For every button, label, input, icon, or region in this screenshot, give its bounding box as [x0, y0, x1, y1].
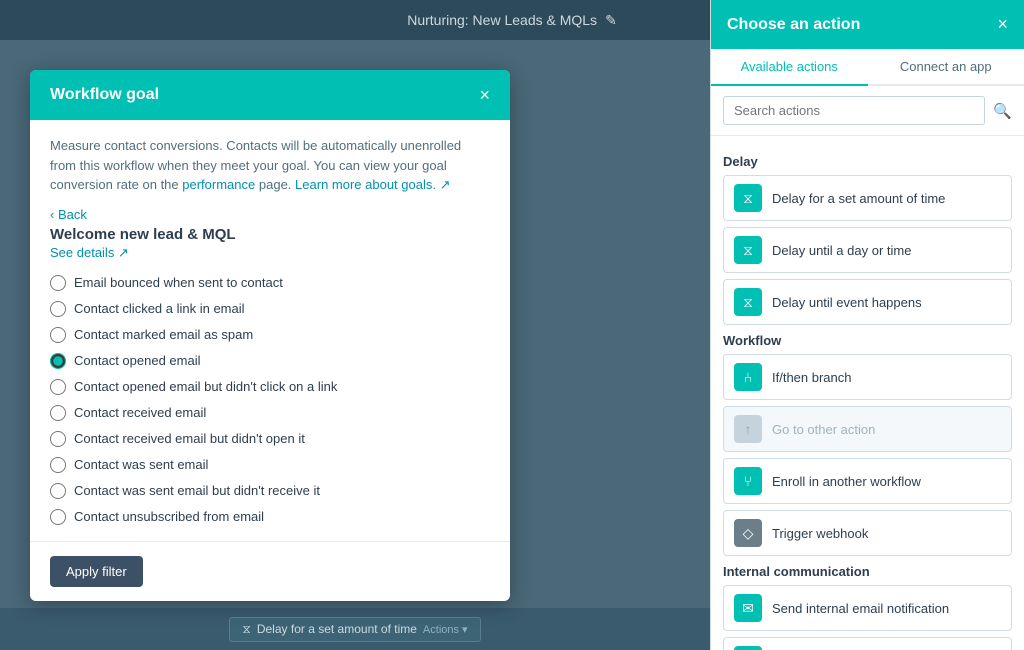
- action-item-i1[interactable]: ✉ Send internal email notification: [723, 585, 1012, 631]
- edit-icon[interactable]: ✎: [605, 12, 617, 29]
- see-details-label: See details ↗: [50, 245, 129, 261]
- modal-close-button[interactable]: ×: [479, 86, 490, 104]
- radio-label-r6: Contact received email: [74, 405, 206, 420]
- radio-item: Contact opened email: [50, 353, 490, 369]
- radio-label-r4: Contact opened email: [74, 353, 200, 368]
- radio-item: Contact received email but didn't open i…: [50, 431, 490, 447]
- workflow-title: Nurturing: New Leads & MQLs: [407, 12, 597, 28]
- section-label-workflow: Workflow: [723, 333, 1012, 348]
- action-icon-d3: ⧖: [734, 288, 762, 316]
- radio-r7[interactable]: [50, 431, 66, 447]
- section-label-internal: Internal communication: [723, 564, 1012, 579]
- action-label-d2: Delay until a day or time: [772, 243, 911, 258]
- modal-footer: Apply filter: [30, 541, 510, 601]
- radio-label-r10: Contact unsubscribed from email: [74, 509, 264, 524]
- radio-r2[interactable]: [50, 301, 66, 317]
- panel-tabs: Available actionsConnect an app: [711, 49, 1024, 86]
- modal-overlay: Workflow goal × Measure contact conversi…: [0, 40, 540, 650]
- action-item-d1[interactable]: ⧖ Delay for a set amount of time: [723, 175, 1012, 221]
- back-link[interactable]: ‹ Back: [50, 207, 490, 222]
- action-label-w4: Trigger webhook: [772, 526, 868, 541]
- filter-title: Welcome new lead & MQL: [50, 226, 490, 243]
- action-item-w3[interactable]: ⑂ Enroll in another workflow: [723, 458, 1012, 504]
- panel-title: Choose an action: [727, 16, 860, 34]
- radio-label-r5: Contact opened email but didn't click on…: [74, 379, 337, 394]
- modal-description: Measure contact conversions. Contacts wi…: [50, 136, 490, 195]
- action-icon-w1: ⑃: [734, 363, 762, 391]
- back-label: ‹ Back: [50, 207, 87, 222]
- action-label-d3: Delay until event happens: [772, 295, 922, 310]
- radio-label-r2: Contact clicked a link in email: [74, 301, 245, 316]
- action-icon-w2: ↑: [734, 415, 762, 443]
- radio-item: Contact opened email but didn't click on…: [50, 379, 490, 395]
- radio-r3[interactable]: [50, 327, 66, 343]
- search-icon-button[interactable]: 🔍: [993, 102, 1012, 120]
- performance-link[interactable]: performance: [182, 177, 255, 192]
- right-panel: Choose an action × Available actionsConn…: [710, 0, 1024, 650]
- radio-label-r8: Contact was sent email: [74, 457, 208, 472]
- see-details-link[interactable]: See details ↗: [50, 245, 490, 261]
- workflow-goal-modal: Workflow goal × Measure contact conversi…: [30, 70, 510, 601]
- action-label-w1: If/then branch: [772, 370, 852, 385]
- actions-list: Delay ⧖ Delay for a set amount of time ⧖ Del…: [711, 136, 1024, 650]
- tab-connect[interactable]: Connect an app: [868, 49, 1024, 86]
- action-icon-w3: ⑂: [734, 467, 762, 495]
- radio-r1[interactable]: [50, 275, 66, 291]
- action-label-d1: Delay for a set amount of time: [772, 191, 945, 206]
- section-label-delay: Delay: [723, 154, 1012, 169]
- apply-filter-button[interactable]: Apply filter: [50, 556, 143, 587]
- radio-label-r1: Email bounced when sent to contact: [74, 275, 283, 290]
- description-suffix: page.: [259, 177, 292, 192]
- radio-label-r9: Contact was sent email but didn't receiv…: [74, 483, 320, 498]
- action-icon-d1: ⧖: [734, 184, 762, 212]
- action-icon-w4: ◇: [734, 519, 762, 547]
- tab-available[interactable]: Available actions: [711, 49, 868, 86]
- action-label-i1: Send internal email notification: [772, 601, 949, 616]
- radio-r6[interactable]: [50, 405, 66, 421]
- radio-item: Contact clicked a link in email: [50, 301, 490, 317]
- action-icon-d2: ⧖: [734, 236, 762, 264]
- radio-item: Contact was sent email but didn't receiv…: [50, 483, 490, 499]
- action-item-d2[interactable]: ⧖ Delay until a day or time: [723, 227, 1012, 273]
- modal-header: Workflow goal ×: [30, 70, 510, 120]
- radio-item: Contact was sent email: [50, 457, 490, 473]
- action-label-w3: Enroll in another workflow: [772, 474, 921, 489]
- radio-r9[interactable]: [50, 483, 66, 499]
- radio-label-r7: Contact received email but didn't open i…: [74, 431, 305, 446]
- search-bar: 🔍: [711, 86, 1024, 136]
- action-item-i2[interactable]: ✉Send internal marketing email: [723, 637, 1012, 650]
- action-item-w2: ↑ Go to other action: [723, 406, 1012, 452]
- action-item-d3[interactable]: ⧖ Delay until event happens: [723, 279, 1012, 325]
- radio-r8[interactable]: [50, 457, 66, 473]
- modal-body: Measure contact conversions. Contacts wi…: [30, 120, 510, 541]
- panel-header: Choose an action ×: [711, 0, 1024, 49]
- action-item-w1[interactable]: ⑃ If/then branch: [723, 354, 1012, 400]
- radio-item: Contact unsubscribed from email: [50, 509, 490, 525]
- radio-item: Contact marked email as spam: [50, 327, 490, 343]
- radio-r4[interactable]: [50, 353, 66, 369]
- search-input[interactable]: [723, 96, 985, 125]
- action-item-w4[interactable]: ◇ Trigger webhook: [723, 510, 1012, 556]
- radio-item: Contact received email: [50, 405, 490, 421]
- radio-label-r3: Contact marked email as spam: [74, 327, 253, 342]
- radio-item: Email bounced when sent to contact: [50, 275, 490, 291]
- action-icon-i1: ✉: [734, 594, 762, 622]
- modal-title: Workflow goal: [50, 86, 159, 104]
- radio-r5[interactable]: [50, 379, 66, 395]
- radio-r10[interactable]: [50, 509, 66, 525]
- learn-more-link[interactable]: Learn more about goals. ↗: [295, 177, 450, 192]
- action-icon-i2: ✉: [734, 646, 762, 650]
- panel-close-button[interactable]: ×: [997, 14, 1008, 35]
- action-label-w2: Go to other action: [772, 422, 875, 437]
- filter-options-list: Email bounced when sent to contact Contac…: [50, 275, 490, 525]
